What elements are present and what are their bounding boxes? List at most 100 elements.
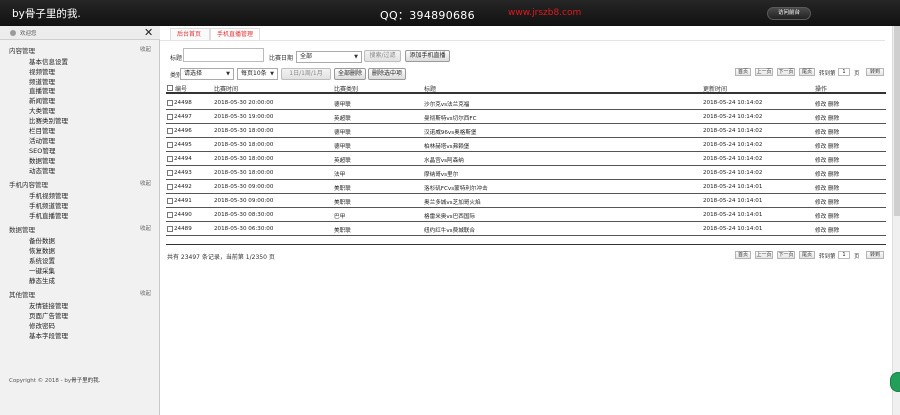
pager-page-input[interactable]: 1 (838, 251, 850, 259)
title-input[interactable] (183, 48, 264, 62)
edit-link[interactable]: 修改 (815, 184, 826, 192)
close-icon[interactable]: ✕ (144, 26, 153, 39)
sidebar-item-data[interactable]: 数据管理 (29, 155, 55, 165)
row-checkbox[interactable] (167, 114, 173, 120)
delete-link[interactable]: 删除 (828, 184, 839, 192)
group-toggle-mobile[interactable]: 收起 (140, 179, 151, 187)
sidebar-item-mobile-channel[interactable]: 手机频道管理 (29, 200, 68, 210)
sidebar-item-static[interactable]: 静态生成 (29, 275, 55, 285)
pager-last-button[interactable]: 尾页 (799, 251, 815, 259)
delete-link[interactable]: 删除 (828, 156, 839, 164)
row-checkbox[interactable] (167, 142, 173, 148)
group-title-content[interactable]: 内容管理 (9, 45, 35, 55)
delete-link[interactable]: 删除 (828, 226, 839, 234)
row-checkbox[interactable] (167, 100, 173, 106)
date-select[interactable]: 全部 ▼ (296, 51, 362, 63)
sidebar-item-activity[interactable]: 活动管理 (29, 135, 55, 145)
pager-prev-button[interactable]: 上一页 (755, 68, 773, 76)
edit-link[interactable]: 修改 (815, 170, 826, 178)
sidebar-item-seo[interactable]: SEO管理 (29, 145, 55, 155)
delete-link[interactable]: 删除 (828, 212, 839, 220)
sidebar-item-fields[interactable]: 基本字段管理 (29, 330, 68, 340)
tab-mobile-live[interactable]: 手机直播管理 (210, 28, 260, 40)
delete-all-button[interactable]: 全部删除 (334, 68, 366, 80)
group-title-mobile[interactable]: 手机内容管理 (9, 179, 48, 189)
delete-link[interactable]: 删除 (828, 100, 839, 108)
row-checkbox[interactable] (167, 128, 173, 134)
cell-time: 2018-05-30 09:00:00 (214, 184, 274, 190)
select-all-checkbox[interactable] (167, 85, 173, 91)
cell-id: 24497 (174, 114, 192, 120)
site-url[interactable]: www.jrszb8.com (508, 8, 581, 18)
group-toggle-content[interactable]: 收起 (140, 45, 151, 53)
pager-next-button[interactable]: 下一页 (777, 251, 795, 259)
category-select[interactable]: 请选择 ▼ (180, 68, 234, 80)
sidebar-item-match-type[interactable]: 比赛类别管理 (29, 115, 68, 125)
edit-link[interactable]: 修改 (815, 226, 826, 234)
pager-last-button[interactable]: 尾页 (799, 68, 815, 76)
sidebar-item-mobile-video[interactable]: 手机视频管理 (29, 190, 68, 200)
delete-link[interactable]: 删除 (828, 114, 839, 122)
group-title-other[interactable]: 其他管理 (9, 289, 35, 299)
pager-prev-button[interactable]: 上一页 (755, 251, 773, 259)
filter-button[interactable]: 搜索/过滤 (364, 50, 401, 62)
edit-link[interactable]: 修改 (815, 142, 826, 150)
sidebar-item-restore[interactable]: 恢复数据 (29, 245, 55, 255)
cell-time: 2018-05-30 18:00:00 (214, 142, 274, 148)
sidebar-item-column[interactable]: 栏目管理 (29, 125, 55, 135)
delete-link[interactable]: 删除 (828, 128, 839, 136)
pagesize-select[interactable]: 每页10条 ▼ (237, 68, 278, 80)
edit-link[interactable]: 修改 (815, 212, 826, 220)
sidebar-item-links[interactable]: 友情链接管理 (29, 300, 68, 310)
sidebar-item-ads[interactable]: 页面广告管理 (29, 310, 68, 320)
visit-frontend-button[interactable]: 访问前台 (767, 7, 811, 20)
group-toggle-data[interactable]: 收起 (140, 224, 151, 232)
delete-link[interactable]: 删除 (828, 142, 839, 150)
cell-id: 24496 (174, 128, 192, 134)
floating-widget-icon[interactable] (890, 372, 900, 392)
row-checkbox[interactable] (167, 212, 173, 218)
row-checkbox[interactable] (167, 184, 173, 190)
row-checkbox[interactable] (167, 170, 173, 176)
row-checkbox[interactable] (167, 226, 173, 232)
pager-go-button[interactable]: 转到 (866, 251, 884, 259)
sidebar-item-basic-info[interactable]: 基本信息设置 (29, 56, 68, 66)
brand-title[interactable]: by骨子里的我. (12, 6, 81, 21)
pager-page-input[interactable]: 1 (838, 68, 850, 76)
copyright-owner[interactable]: 骨子里的我. (71, 378, 100, 384)
delete-link[interactable]: 删除 (828, 198, 839, 206)
pager-first-button[interactable]: 首页 (735, 68, 751, 76)
sidebar-item-live[interactable]: 直播管理 (29, 85, 55, 95)
edit-link[interactable]: 修改 (815, 156, 826, 164)
sidebar-item-backup[interactable]: 备份数据 (29, 235, 55, 245)
sidebar-item-video[interactable]: 视频管理 (29, 66, 55, 76)
sidebar-item-mobile-live[interactable]: 手机直播管理 (29, 210, 68, 220)
sidebar-item-dynamic[interactable]: 动态管理 (29, 165, 55, 175)
cell-updated: 2018-05-24 10:14:02 (703, 114, 763, 120)
row-checkbox[interactable] (167, 198, 173, 204)
delete-selected-button[interactable]: 删除选中项 (368, 68, 406, 80)
edit-link[interactable]: 修改 (815, 114, 826, 122)
col-updated: 更新时间 (703, 86, 728, 93)
add-mobile-live-button[interactable]: 添加手机直播 (405, 50, 450, 62)
row-checkbox[interactable] (167, 156, 173, 162)
pager-next-button[interactable]: 下一页 (777, 68, 795, 76)
edit-link[interactable]: 修改 (815, 100, 826, 108)
sidebar-item-system[interactable]: 系统设置 (29, 255, 55, 265)
pager-go-button[interactable]: 转到 (866, 68, 884, 76)
edit-link[interactable]: 修改 (815, 198, 826, 206)
scrollbar[interactable] (892, 26, 900, 415)
date-range-button[interactable]: 1日/1周/1月 (281, 68, 331, 80)
date-select-value: 全部 (300, 53, 313, 60)
delete-link[interactable]: 删除 (828, 170, 839, 178)
group-title-data[interactable]: 数据管理 (9, 224, 35, 234)
sidebar-item-password[interactable]: 修改密码 (29, 320, 55, 330)
sidebar-item-news[interactable]: 新闻管理 (29, 95, 55, 105)
edit-link[interactable]: 修改 (815, 128, 826, 136)
sidebar-item-category[interactable]: 大类管理 (29, 105, 55, 115)
group-toggle-other[interactable]: 收起 (140, 289, 151, 297)
sidebar-item-collect[interactable]: 一键采集 (29, 265, 55, 275)
pager-first-button[interactable]: 首页 (735, 251, 751, 259)
scrollbar-thumb[interactable] (894, 26, 900, 216)
tab-home[interactable]: 后台首页 (170, 28, 210, 40)
